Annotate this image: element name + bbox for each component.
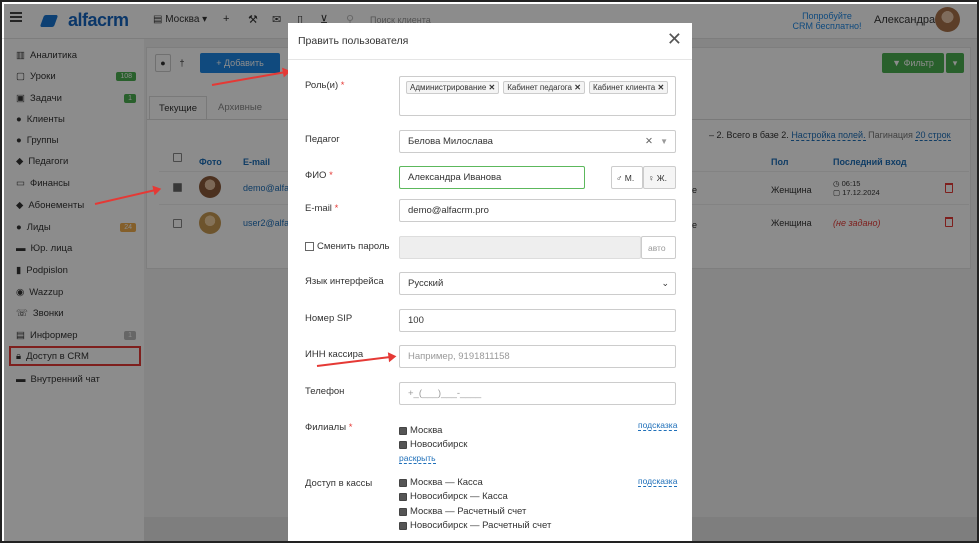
modal-title: Править пользователя [298,35,409,47]
cash-label: Москва — Расчетный счет [410,506,527,517]
female-icon: ♀ [648,172,655,183]
cash-checkbox-row[interactable]: Москва — Расчетный счет [399,506,526,517]
role-tag-label: Кабинет педагога [507,83,572,92]
sip-label: Номер SIP [305,313,353,324]
branch-checkbox[interactable] [399,426,407,435]
change-password-checkbox[interactable] [305,242,314,251]
role-tag: Кабинет клиента ✕ [588,81,669,94]
inn-label: ИНН кассира [305,349,364,360]
cash-access-label: Доступ в кассы [305,478,373,489]
chevron-down-icon: ⌄ [661,278,669,288]
male-icon: ♂ [616,172,623,183]
caret-down-icon[interactable]: ▼ [660,137,668,146]
teacher-select[interactable]: Белова Милослава ✕ ▼ [399,130,676,153]
branch-checkbox-row[interactable]: Москва [399,425,442,436]
teacher-label: Педагог [305,134,340,145]
branch-checkbox[interactable] [399,440,407,449]
cash-checkbox-row[interactable]: Новосибирск — Расчетный счет [399,520,551,531]
phone-input[interactable]: +_(___)___-____ [399,382,676,405]
gender-male-label: М. [624,172,635,183]
cash-label: Москва — Касса [410,477,483,488]
cash-checkbox[interactable] [399,521,407,530]
roles-label: Роль(и) * [305,80,344,91]
expand-link[interactable]: раскрыть [399,453,436,464]
remove-tag-icon[interactable]: ✕ [574,83,581,92]
cash-label: Новосибирск — Касса [410,491,508,502]
cash-label: Новосибирск — Расчетный счет [410,520,552,531]
teacher-value: Белова Милослава [408,136,493,147]
required-mark: * [329,170,333,181]
branch-label: Новосибирск [410,439,468,450]
fio-input[interactable]: Александра Иванова [399,166,585,189]
password-input [399,236,641,259]
required-mark: * [340,80,345,91]
app-frame: alfacrm ▤ Москва ▾ + ⚒ ✉ ▯ ⊻ ⚲ Поиск кли… [0,0,979,543]
close-icon[interactable]: ✕ [667,29,682,50]
clear-icon[interactable]: ✕ [645,136,653,147]
roles-label-text: Роль(и) [305,80,339,91]
email-label-text: E-mail [305,203,332,214]
cash-checkbox[interactable] [399,478,407,487]
gender-male-button[interactable]: ♂ М. [611,166,643,189]
required-mark: * [334,203,339,214]
sip-input[interactable]: 100 [399,309,676,332]
email-label: E-mail * [305,203,338,214]
role-tag-label: Администрирование [410,83,487,92]
cash-hint-link[interactable]: подсказка [638,476,678,487]
fio-label: ФИО * [305,170,333,181]
edit-user-modal: Править пользователя ✕ Роль(и) * Админис… [288,23,692,541]
cash-checkbox-row[interactable]: Новосибирск — Касса [399,491,508,502]
role-tag: Администрирование ✕ [406,81,500,94]
role-tag-label: Кабинет клиента [592,83,656,92]
email-input[interactable]: demo@alfacrm.pro [399,199,676,222]
branches-hint-link[interactable]: подсказка [638,420,678,431]
branches-label-text: Филиалы [305,422,347,433]
inn-input[interactable]: Например, 9191811158 [399,345,676,368]
roles-multiselect[interactable]: Администрирование ✕ Кабинет педагога ✕ К… [399,76,676,116]
cash-checkbox-row[interactable]: Москва — Касса [399,477,483,488]
auto-password-button[interactable]: авто [641,236,676,259]
language-value: Русский [408,278,444,289]
branches-label: Филиалы * [305,422,352,433]
cash-checkbox[interactable] [399,507,407,516]
language-select[interactable]: Русский ⌄ [399,272,676,295]
required-mark: * [348,422,353,433]
gender-female-button[interactable]: ♀ Ж. [643,166,676,189]
remove-tag-icon[interactable]: ✕ [657,83,664,92]
language-label: Язык интерфейса [305,276,384,287]
cash-checkbox[interactable] [399,492,407,501]
branch-checkbox-row[interactable]: Новосибирск [399,439,467,450]
change-password-row[interactable]: Сменить пароль [305,241,389,252]
branch-label: Москва [410,425,443,436]
phone-label: Телефон [305,386,345,397]
modal-divider [288,59,692,60]
fio-label-text: ФИО [305,170,327,181]
gender-female-label: Ж. [656,172,667,183]
role-tag: Кабинет педагога ✕ [503,81,585,94]
change-password-label: Сменить пароль [317,241,390,252]
remove-tag-icon[interactable]: ✕ [489,83,496,92]
